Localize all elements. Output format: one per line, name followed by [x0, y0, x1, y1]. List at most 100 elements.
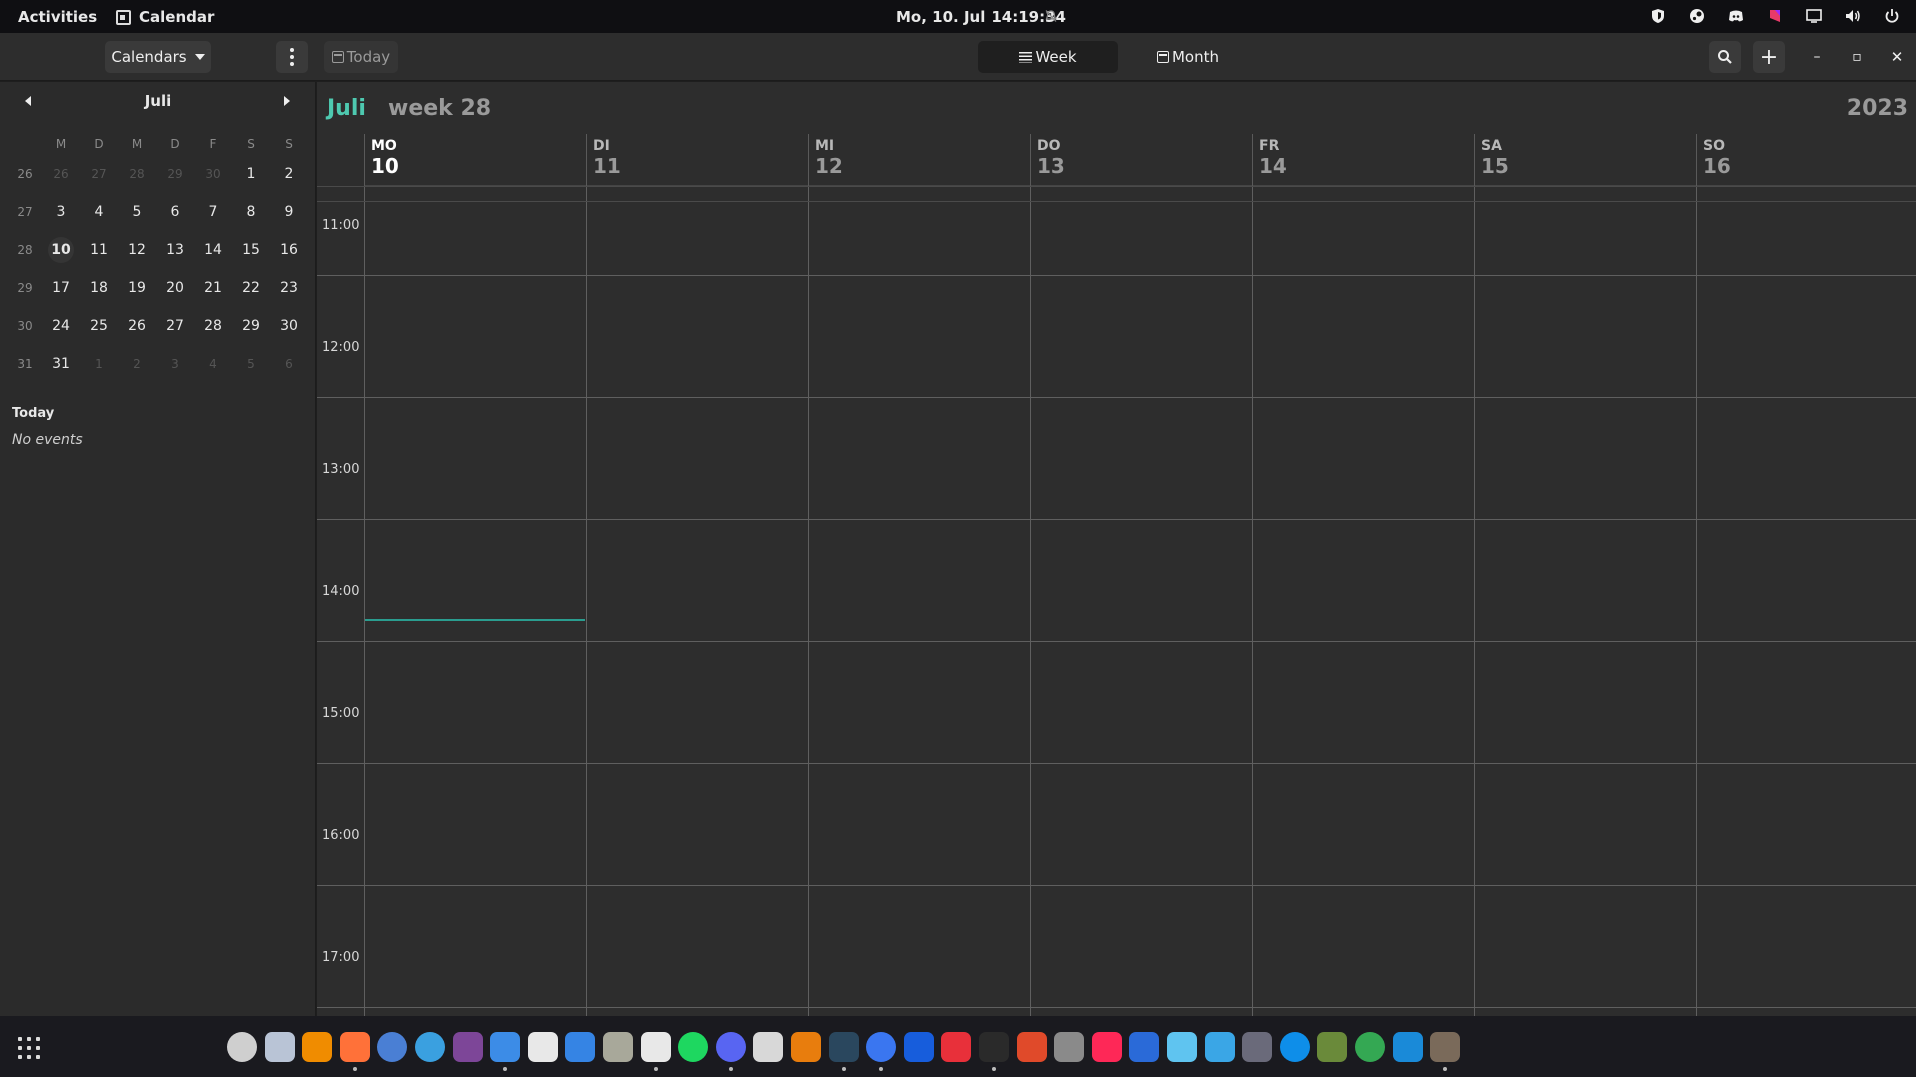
mini-day[interactable]: 19: [118, 280, 156, 296]
mini-day[interactable]: 3: [42, 204, 80, 220]
discord-tray-icon[interactable]: [1726, 6, 1746, 26]
mini-day[interactable]: 27: [156, 318, 194, 334]
mini-day[interactable]: 4: [80, 204, 118, 220]
mini-day[interactable]: 27: [80, 167, 118, 181]
menu-button[interactable]: [276, 41, 308, 73]
day-header[interactable]: SA 15: [1474, 134, 1696, 186]
mini-day[interactable]: 21: [194, 280, 232, 296]
tab-week[interactable]: Week: [978, 41, 1118, 73]
mini-day[interactable]: 2: [270, 166, 308, 182]
steam-icon[interactable]: [829, 1032, 859, 1062]
vlc-icon[interactable]: [302, 1032, 332, 1062]
downloader-icon[interactable]: [941, 1032, 971, 1062]
mini-day[interactable]: 17: [42, 280, 80, 296]
mini-day[interactable]: 22: [232, 280, 270, 296]
day-header[interactable]: MI 12: [808, 134, 1030, 186]
power-icon[interactable]: [1882, 6, 1902, 26]
prev-month-icon[interactable]: [25, 96, 31, 106]
mini-day[interactable]: 1: [80, 357, 118, 371]
mini-day[interactable]: 4: [194, 357, 232, 371]
intellij-icon[interactable]: [1092, 1032, 1122, 1062]
mini-day[interactable]: 30: [270, 318, 308, 334]
thunderbird-icon[interactable]: [490, 1032, 520, 1062]
tab-month[interactable]: Month: [1118, 41, 1258, 73]
tor-icon[interactable]: [453, 1032, 483, 1062]
mini-day[interactable]: 2: [118, 357, 156, 371]
docs-icon[interactable]: [1129, 1032, 1159, 1062]
mini-day[interactable]: 16: [270, 242, 308, 258]
minimize-button[interactable]: –: [1805, 45, 1829, 69]
edge-preview-icon[interactable]: [1205, 1032, 1235, 1062]
mini-day[interactable]: 11: [80, 242, 118, 258]
calendars-dropdown[interactable]: Calendars: [105, 41, 211, 73]
software-icon[interactable]: [265, 1032, 295, 1062]
notes-icon[interactable]: [565, 1032, 595, 1062]
office-icon[interactable]: [1017, 1032, 1047, 1062]
audio-meter-icon[interactable]: [1393, 1032, 1423, 1062]
screen-icon[interactable]: [1804, 6, 1824, 26]
aperture-icon[interactable]: [1054, 1032, 1084, 1062]
files-icon[interactable]: [603, 1032, 633, 1062]
mini-day[interactable]: 14: [194, 242, 232, 258]
mini-day[interactable]: 6: [156, 204, 194, 220]
app-tray-icon[interactable]: [1765, 6, 1785, 26]
minecraft-icon[interactable]: [1317, 1032, 1347, 1062]
davinci-icon[interactable]: [1242, 1032, 1272, 1062]
day-header[interactable]: MO 10: [364, 134, 586, 186]
proton-vpn-icon[interactable]: [1167, 1032, 1197, 1062]
terminal-icon[interactable]: [979, 1032, 1009, 1062]
mini-day[interactable]: 5: [232, 357, 270, 371]
day-header[interactable]: DO 13: [1030, 134, 1252, 186]
mini-day[interactable]: 26: [118, 318, 156, 334]
mini-day[interactable]: 30: [194, 167, 232, 181]
week-grid[interactable]: 11:00 12:00 13:00 14:00 15:00 16:00 17:00: [317, 186, 1916, 1016]
mini-day[interactable]: 3: [156, 357, 194, 371]
text-editor-icon[interactable]: [528, 1032, 558, 1062]
firefox-icon[interactable]: [340, 1032, 370, 1062]
steam-tray-icon[interactable]: [1687, 6, 1707, 26]
today-button[interactable]: Today: [324, 41, 398, 73]
settings-icon[interactable]: [227, 1032, 257, 1062]
volume-icon[interactable]: [1843, 6, 1863, 26]
spotify-icon[interactable]: [678, 1032, 708, 1062]
mini-day[interactable]: 18: [80, 280, 118, 296]
mini-day[interactable]: 15: [232, 242, 270, 258]
mini-day[interactable]: 7: [194, 204, 232, 220]
mini-day[interactable]: 5: [118, 204, 156, 220]
day-header[interactable]: SO 16: [1696, 134, 1916, 186]
bitwarden-icon[interactable]: [904, 1032, 934, 1062]
day-header[interactable]: DI 11: [586, 134, 808, 186]
next-month-icon[interactable]: [284, 96, 290, 106]
remmina-icon[interactable]: [753, 1032, 783, 1062]
mini-day[interactable]: 13: [156, 242, 194, 258]
blender-icon[interactable]: [791, 1032, 821, 1062]
close-button[interactable]: ✕: [1885, 45, 1909, 69]
clock[interactable]: Mo, 10. Jul 14:19:34: [896, 8, 1066, 26]
teamviewer-icon[interactable]: [1280, 1032, 1310, 1062]
mini-day[interactable]: 6: [270, 357, 308, 371]
activities-button[interactable]: Activities: [18, 8, 97, 26]
mini-day[interactable]: 10: [42, 237, 80, 263]
gimp-icon[interactable]: [1430, 1032, 1460, 1062]
mini-day[interactable]: 20: [156, 280, 194, 296]
signal-icon[interactable]: [866, 1032, 896, 1062]
shield-icon[interactable]: [1648, 6, 1668, 26]
mini-day[interactable]: 23: [270, 280, 308, 296]
chromium-icon[interactable]: [377, 1032, 407, 1062]
mini-day[interactable]: 29: [156, 167, 194, 181]
safari-like-icon[interactable]: [415, 1032, 445, 1062]
day-header[interactable]: FR 14: [1252, 134, 1474, 186]
search-button[interactable]: [1709, 41, 1741, 73]
maximize-button[interactable]: ▫: [1845, 45, 1869, 69]
mini-day[interactable]: 28: [194, 318, 232, 334]
mini-day[interactable]: 9: [270, 204, 308, 220]
mini-day[interactable]: 1: [232, 166, 270, 182]
mini-day[interactable]: 28: [118, 167, 156, 181]
mini-day[interactable]: 12: [118, 242, 156, 258]
discord-icon[interactable]: [716, 1032, 746, 1062]
add-event-button[interactable]: +: [1753, 41, 1785, 73]
app-menu[interactable]: Calendar: [116, 8, 214, 26]
calendar-icon[interactable]: [641, 1032, 671, 1062]
mini-day[interactable]: 25: [80, 318, 118, 334]
mini-day[interactable]: 31: [42, 356, 80, 372]
